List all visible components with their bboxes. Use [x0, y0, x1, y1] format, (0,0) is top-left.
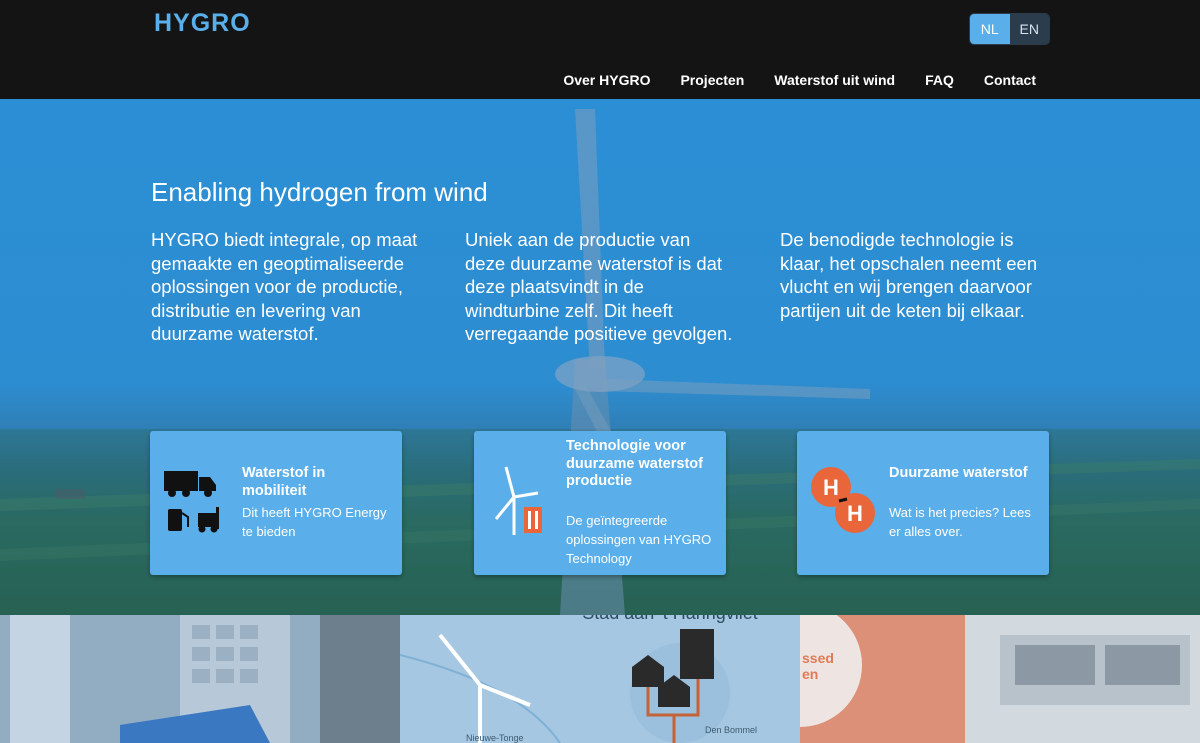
project-tile-map[interactable]: Stad aan 't Haringvliet Nieuwe-Tonge Den… — [400, 615, 800, 743]
map-title: Stad aan 't Haringvliet — [582, 615, 758, 623]
truck-image: ssed en — [800, 615, 1200, 743]
card-title: Technologie voor duurzame waterstof prod… — [566, 438, 703, 489]
main-nav: Over HYGRO Projecten Waterstof uit wind … — [563, 72, 1036, 88]
hero-section: Enabling hydrogen from wind HYGRO biedt … — [0, 99, 1200, 615]
card-title: Duurzame waterstof — [889, 465, 1028, 481]
hero-text-3: De benodigde technologie is klaar, het o… — [780, 229, 1038, 321]
language-switch: NL EN — [969, 13, 1050, 45]
hero-text-1: HYGRO biedt integrale, op maat gemaakte … — [151, 229, 418, 344]
project-tile-garbage-truck[interactable] — [0, 615, 400, 743]
wind-turbine-icon — [494, 466, 542, 535]
card-duurzame-waterstof[interactable]: H H Duurzame waterstof Wat is het precie… — [797, 431, 1049, 575]
card-text: Dit heeft HYGRO Energy te bieden — [242, 505, 387, 539]
truck-ad-text: en — [802, 666, 818, 682]
nav-item-projecten[interactable]: Projecten — [680, 72, 744, 88]
truck-fuel-icon — [164, 471, 219, 533]
hydrogen-molecule-icon: H H — [811, 467, 875, 533]
map-label: Den Bommel — [705, 725, 757, 735]
card-waterstof-in-mobiliteit[interactable]: Waterstof in mobiliteit Dit heeft HYGRO … — [150, 431, 402, 575]
nav-item-over-hygro[interactable]: Over HYGRO — [563, 72, 650, 88]
nav-item-waterstof-uit-wind[interactable]: Waterstof uit wind — [774, 72, 895, 88]
hero-title: Enabling hydrogen from wind — [151, 177, 488, 207]
language-en-button[interactable]: EN — [1009, 14, 1049, 44]
language-nl-button[interactable]: NL — [970, 14, 1010, 44]
truck-ad-text: ssed — [802, 650, 834, 666]
card-text: De geïntegreerde oplossingen van HYGRO T… — [566, 513, 712, 566]
map-label: Nieuwe-Tonge — [466, 733, 524, 743]
hero-text-2: Uniek aan de productie van deze duurzame… — [465, 229, 733, 344]
map-image: Stad aan 't Haringvliet Nieuwe-Tonge Den… — [400, 615, 800, 743]
logo[interactable]: HYGRO — [154, 9, 251, 38]
card-text: Wat is het precies? Lees er alles over. — [889, 505, 1031, 539]
h-atom-label: H — [823, 475, 839, 500]
card-technologie[interactable]: Technologie voor duurzame waterstof prod… — [474, 431, 726, 575]
project-tiles: Stad aan 't Haringvliet Nieuwe-Tonge Den… — [0, 615, 1200, 743]
card-title: Waterstof in mobiliteit — [242, 465, 326, 499]
project-tile-truck[interactable]: ssed en — [800, 615, 1200, 743]
site-header: HYGRO NL EN Over HYGRO Projecten Waterst… — [0, 0, 1200, 99]
building-truck-image — [0, 615, 400, 743]
nav-item-contact[interactable]: Contact — [984, 72, 1036, 88]
h-atom-label: H — [847, 501, 863, 526]
nav-item-faq[interactable]: FAQ — [925, 72, 954, 88]
